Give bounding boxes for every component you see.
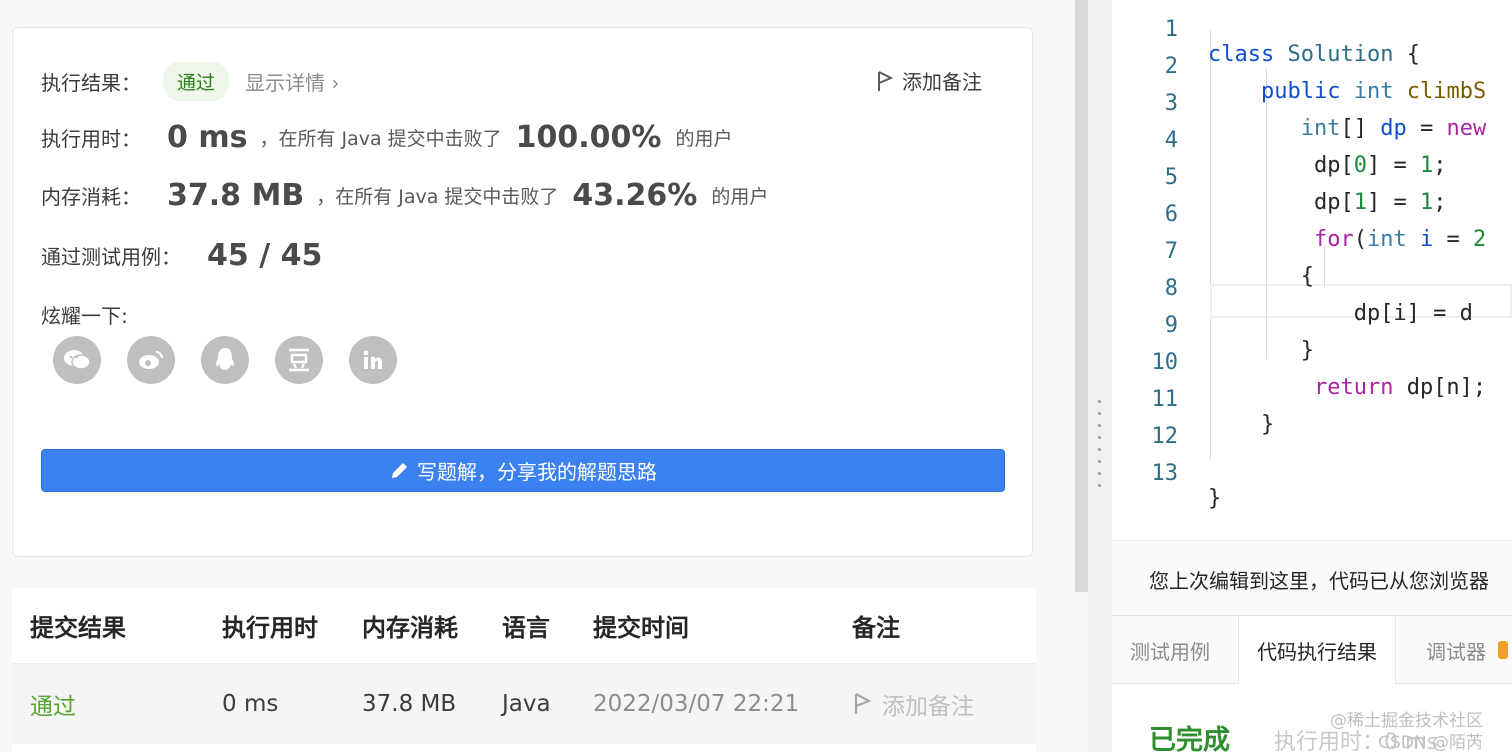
runtime-value: 0 ms bbox=[167, 120, 248, 155]
show-details-link[interactable]: 显示详情 › bbox=[245, 67, 339, 96]
row-result[interactable]: 通过 bbox=[30, 687, 76, 721]
col-note: 备注 bbox=[852, 614, 900, 642]
code-line: 6 for(int i = 2 bbox=[1112, 177, 1512, 252]
qq-icon[interactable] bbox=[201, 336, 249, 384]
testcase-label: 通过测试用例： bbox=[41, 245, 181, 269]
code-line: 7 { bbox=[1112, 214, 1512, 289]
tab-testcases[interactable]: 测试用例 bbox=[1112, 616, 1228, 684]
restore-notice: 您上次编辑到这里，代码已从您浏览器 bbox=[1112, 540, 1512, 616]
col-time: 提交时间 bbox=[593, 614, 689, 642]
chevron-right-icon: › bbox=[331, 71, 340, 95]
col-result: 提交结果 bbox=[30, 614, 126, 642]
watermark-line-2: CSDN @陌芮 bbox=[1378, 733, 1483, 752]
col-runtime: 执行用时 bbox=[222, 614, 318, 642]
tab-debugger-label: 调试器 bbox=[1426, 639, 1486, 664]
tab-run-result[interactable]: 代码执行结果 bbox=[1238, 616, 1396, 684]
show-details-label: 显示详情 bbox=[245, 71, 326, 95]
line-number: 13 bbox=[1151, 461, 1179, 486]
row-note-label: 添加备注 bbox=[882, 694, 974, 720]
share-row-label: 炫耀一下: bbox=[41, 300, 128, 329]
col-memory: 内存消耗 bbox=[362, 614, 458, 642]
row-memory: 37.8 MB bbox=[362, 691, 457, 717]
add-note-label: 添加备注 bbox=[902, 70, 982, 94]
editor-panel: 1 class Solution { 2 public int climbS 3… bbox=[1112, 0, 1512, 752]
code-line: 8 dp[i] = d bbox=[1112, 251, 1512, 326]
row-language: Java bbox=[502, 691, 551, 717]
code-line: 4 dp[0] = 1; bbox=[1112, 103, 1512, 178]
code-line: 13 } bbox=[1112, 436, 1512, 511]
status-badge: 通过 bbox=[163, 62, 230, 101]
status-row: 执行结果： 通过 显示详情 › bbox=[41, 62, 339, 101]
row-runtime: 0 ms bbox=[222, 691, 279, 717]
tab-debugger[interactable]: 调试器 bbox=[1408, 616, 1512, 684]
code-line: 5 dp[1] = 1; bbox=[1112, 140, 1512, 215]
run-status: 已完成 bbox=[1149, 725, 1230, 752]
add-note-button[interactable]: 添加备注 bbox=[876, 66, 982, 95]
linkedin-icon[interactable] bbox=[349, 336, 397, 384]
write-solution-button[interactable]: 写题解，分享我的解题思路 bbox=[41, 449, 1005, 492]
code-line: 10 return dp[n]; bbox=[1112, 325, 1512, 400]
memory-suffix: 的用户 bbox=[711, 186, 769, 208]
watermark: @稀土掘金技术社区 CSDN @陌芮 bbox=[1330, 710, 1483, 752]
flag-icon bbox=[878, 70, 894, 91]
code-line: 3 int[] dp = new bbox=[1112, 66, 1512, 141]
testcase-value: 45 / 45 bbox=[207, 238, 323, 273]
code-line: 2 public int climbS bbox=[1112, 29, 1512, 104]
write-solution-label: 写题解，分享我的解题思路 bbox=[417, 460, 657, 484]
watermark-line-1: @稀土掘金技术社区 bbox=[1330, 711, 1483, 731]
memory-prefix: ，在所有 Java 提交中击败了 bbox=[316, 186, 559, 208]
memory-percent: 43.26% bbox=[572, 178, 698, 213]
submission-table: 提交结果 执行用时 内存消耗 语言 提交时间 备注 通过 0 ms 37.8 M… bbox=[12, 588, 1036, 752]
memory-value: 37.8 MB bbox=[167, 178, 305, 213]
runtime-percent: 100.00% bbox=[515, 120, 662, 155]
share-label: 炫耀一下: bbox=[41, 304, 128, 328]
submission-panel: 执行结果： 通过 显示详情 › 添加备注 执行用时： 0 ms ，在所有 Jav… bbox=[0, 0, 1075, 752]
runtime-suffix: 的用户 bbox=[675, 128, 733, 150]
splitter-grip-icon[interactable] bbox=[1098, 400, 1102, 496]
col-language: 语言 bbox=[502, 614, 550, 642]
row-time: 2022/03/07 22:21 bbox=[593, 691, 800, 717]
memory-row: 内存消耗： 37.8 MB ，在所有 Java 提交中击败了 43.26% 的用… bbox=[41, 178, 768, 213]
table-row[interactable]: 通过 0 ms 37.8 MB Java 2022/03/07 22:21 添加… bbox=[12, 664, 1036, 744]
result-card: 执行结果： 通过 显示详情 › 添加备注 执行用时： 0 ms ，在所有 Jav… bbox=[12, 27, 1033, 557]
lock-icon bbox=[1498, 641, 1508, 659]
testcase-row: 通过测试用例： 45 / 45 bbox=[41, 238, 322, 273]
panel-splitter[interactable] bbox=[1088, 0, 1112, 752]
wechat-icon[interactable] bbox=[53, 336, 101, 384]
row-add-note-button[interactable]: 添加备注 bbox=[852, 687, 974, 721]
table-header: 提交结果 执行用时 内存消耗 语言 提交时间 备注 bbox=[12, 588, 1036, 664]
douban-icon[interactable] bbox=[275, 336, 323, 384]
weibo-icon[interactable] bbox=[127, 336, 175, 384]
memory-label: 内存消耗： bbox=[41, 185, 141, 209]
code-line: 11 } bbox=[1112, 362, 1512, 437]
pencil-icon bbox=[392, 462, 407, 478]
console-tabs: 测试用例 代码执行结果 调试器 bbox=[1112, 616, 1512, 684]
flag-icon bbox=[854, 693, 872, 714]
left-panel-scrollbar[interactable] bbox=[1075, 0, 1088, 592]
status-label: 执行结果： bbox=[41, 71, 141, 95]
code-line: 12 bbox=[1112, 399, 1512, 449]
share-buttons bbox=[53, 336, 423, 384]
runtime-row: 执行用时： 0 ms ，在所有 Java 提交中击败了 100.00% 的用户 bbox=[41, 120, 733, 155]
code-text: } bbox=[1208, 486, 1222, 511]
runtime-label: 执行用时： bbox=[41, 127, 141, 151]
code-line: 1 class Solution { bbox=[1112, 0, 1512, 67]
code-line: 9 } bbox=[1112, 288, 1512, 363]
code-editor[interactable]: 1 class Solution { 2 public int climbS 3… bbox=[1112, 0, 1512, 540]
runtime-prefix: ，在所有 Java 提交中击败了 bbox=[259, 128, 502, 150]
